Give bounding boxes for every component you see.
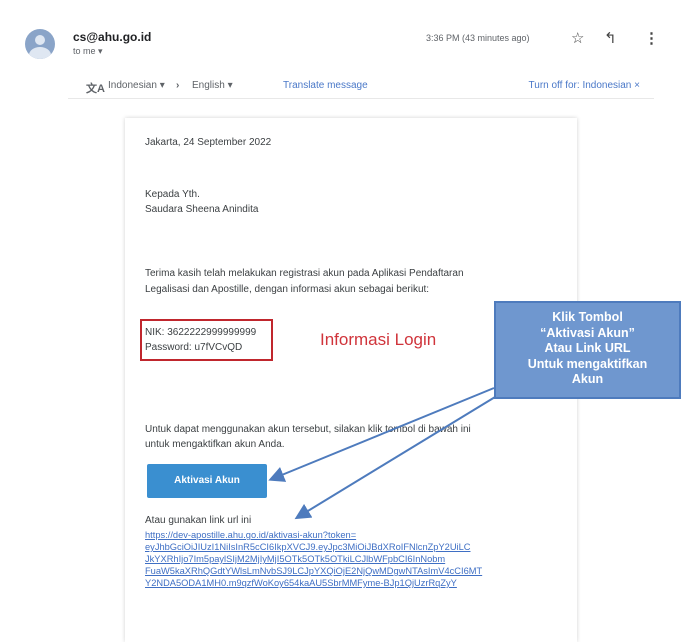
instruction-callout: Klik Tombol “Aktivasi Akun” Atau Link UR… bbox=[494, 301, 681, 399]
callout-line: Akun bbox=[571, 372, 604, 386]
callout-line: “Aktivasi Akun” bbox=[540, 325, 635, 340]
callout-line: Untuk mengaktifkan bbox=[527, 356, 648, 371]
callout-line: Atau Link URL bbox=[544, 341, 631, 355]
callout-line: Klik Tombol bbox=[552, 310, 623, 324]
